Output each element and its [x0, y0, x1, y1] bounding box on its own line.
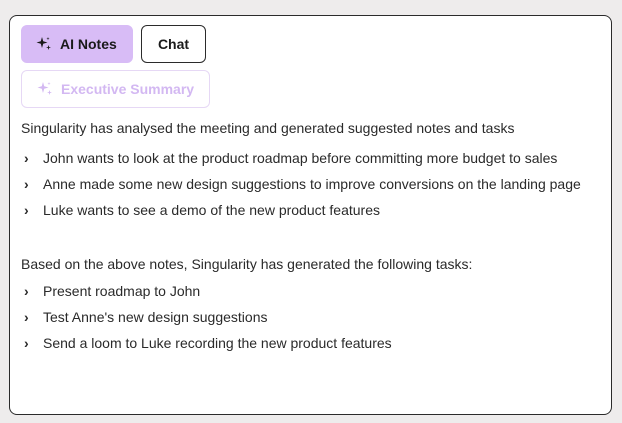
task-text: Test Anne's new design suggestions [43, 309, 268, 325]
list-item: › Anne made some new design suggestions t… [21, 173, 603, 196]
tab-bar: AI Notes Chat [21, 25, 206, 63]
list-item: › Present roadmap to John [21, 280, 603, 303]
tab-chat-label: Chat [157, 36, 190, 52]
tab-ai-notes-label: AI Notes [60, 36, 117, 52]
tab-ai-notes[interactable]: AI Notes [21, 25, 133, 63]
list-item: › Luke wants to see a demo of the new pro… [21, 199, 603, 222]
task-text: Send a loom to Luke recording the new pr… [43, 335, 392, 351]
task-text: Present roadmap to John [43, 283, 201, 299]
executive-summary-label: Executive Summary [61, 81, 195, 97]
ai-notes-panel: AI Notes Chat Executive Summary Singular… [9, 15, 612, 415]
note-text: Anne made some new design suggestions to… [43, 176, 581, 192]
chevron-right-icon: › [24, 202, 29, 218]
chevron-right-icon: › [24, 150, 29, 166]
sparkle-icon [37, 82, 52, 95]
notes-intro: Singularity has analysed the meeting and… [21, 120, 515, 136]
chevron-right-icon: › [24, 335, 29, 351]
chevron-right-icon: › [24, 309, 29, 325]
tab-chat[interactable]: Chat [141, 25, 206, 63]
list-item: › Test Anne's new design suggestions [21, 306, 603, 329]
list-item: › Send a loom to Luke recording the new p… [21, 332, 603, 355]
chevron-right-icon: › [24, 176, 29, 192]
tasks-intro: Based on the above notes, Singularity ha… [21, 256, 473, 272]
sparkle-icon [36, 37, 51, 50]
notes-content: Singularity has analysed the meeting and… [21, 117, 603, 355]
note-text: Luke wants to see a demo of the new prod… [43, 202, 380, 218]
chevron-right-icon: › [24, 283, 29, 299]
list-item: › John wants to look at the product roadm… [21, 147, 603, 170]
note-text: John wants to look at the product roadma… [43, 150, 558, 166]
executive-summary-button[interactable]: Executive Summary [21, 70, 210, 108]
